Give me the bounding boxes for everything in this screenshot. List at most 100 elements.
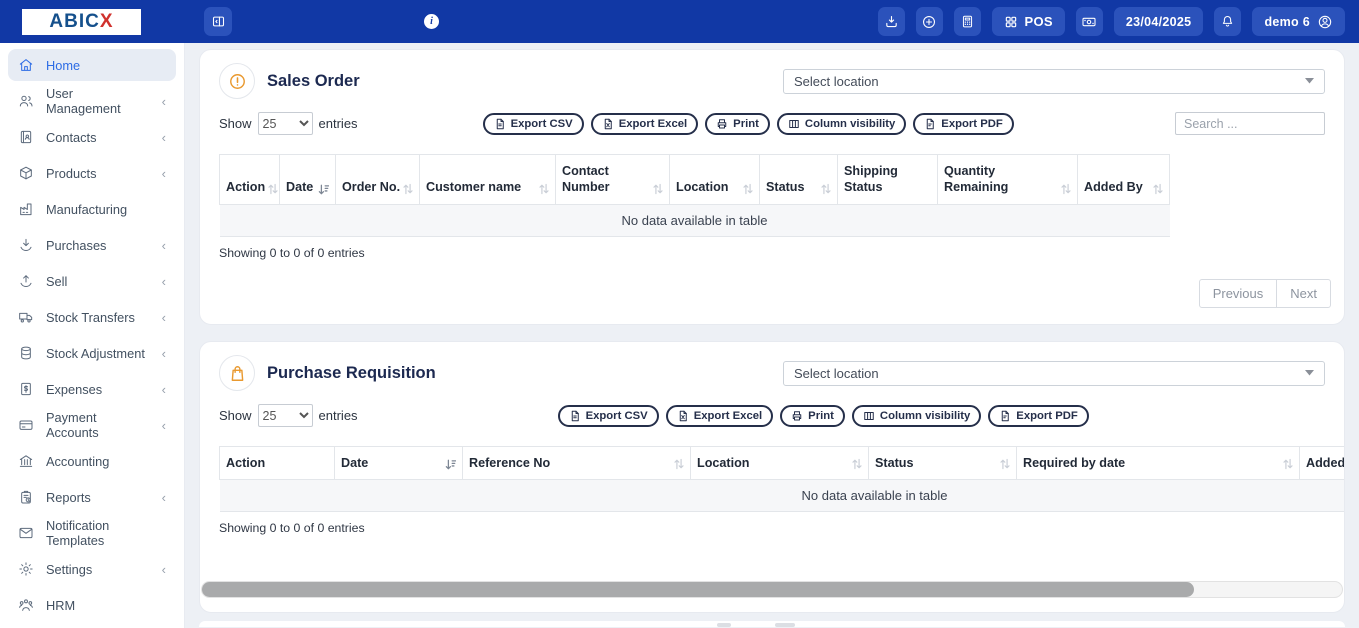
export-excel-button[interactable]: Export Excel: [591, 113, 698, 135]
settings-icon: [18, 561, 34, 577]
topbar: ABICX i POS 23/04/2025 demo 6: [0, 0, 1359, 43]
column-header-reference-no[interactable]: Reference No: [463, 447, 691, 480]
horizontal-scrollbar[interactable]: [201, 581, 1343, 598]
user-menu-button[interactable]: demo 6: [1252, 7, 1345, 36]
column-visibility-button[interactable]: Column visibility: [777, 113, 906, 135]
sidebar-item-contacts[interactable]: Contacts‹: [8, 121, 176, 153]
column-header-action[interactable]: Action: [220, 447, 335, 480]
payment-accounts-icon: [18, 417, 34, 433]
sidebar-item-hrm[interactable]: HRM: [8, 589, 176, 621]
search-input[interactable]: [1175, 112, 1325, 135]
columns-icon: [863, 410, 875, 422]
export-excel-button[interactable]: Export Excel: [666, 405, 773, 427]
column-header-contact-number[interactable]: ContactNumber: [556, 155, 670, 205]
calculator-button[interactable]: [954, 7, 981, 36]
column-header-status[interactable]: Status: [869, 447, 1017, 480]
users-icon: [18, 93, 34, 109]
date-button[interactable]: 23/04/2025: [1114, 7, 1204, 36]
sidebar-item-sell[interactable]: Sell‹: [8, 265, 176, 297]
export-pdf-button[interactable]: Export PDF: [988, 405, 1089, 427]
export-csv-button[interactable]: Export CSV: [483, 113, 584, 135]
add-button[interactable]: [916, 7, 943, 36]
chevron-left-icon: ‹: [162, 311, 166, 324]
chevron-left-icon: ‹: [162, 491, 166, 504]
sort-desc-icon: [445, 459, 456, 471]
location-select[interactable]: Select location: [783, 361, 1325, 386]
stock-adjustment-icon: [18, 345, 34, 361]
chevron-down-icon: [1305, 78, 1314, 84]
sidebar-item-stock-transfers[interactable]: Stock Transfers‹: [8, 301, 176, 333]
page-size-select[interactable]: 25: [258, 112, 313, 135]
sidebar-item-settings[interactable]: Settings‹: [8, 553, 176, 585]
warning-circle-icon: [219, 63, 255, 99]
column-header-required-by-date[interactable]: Required by date: [1017, 447, 1300, 480]
print-button[interactable]: Print: [780, 405, 845, 427]
previous-page-button[interactable]: Previous: [1199, 279, 1278, 308]
column-header-added-by[interactable]: Added By: [1078, 155, 1170, 205]
sort-icon: [268, 183, 278, 196]
sidebar-item-products[interactable]: Products‹: [8, 157, 176, 189]
column-header-action[interactable]: Action: [220, 155, 280, 205]
column-header-location[interactable]: Location: [670, 155, 760, 205]
sidebar-item-payment-accounts[interactable]: Payment Accounts‹: [8, 409, 176, 441]
sort-icon: [674, 458, 684, 471]
file-pdf-icon: [999, 410, 1011, 422]
export-pdf-button[interactable]: Export PDF: [913, 113, 1014, 135]
file-excel-icon: [677, 410, 689, 422]
column-header-shipping-status[interactable]: ShippingStatus: [838, 155, 938, 205]
user-label: demo 6: [1264, 15, 1310, 29]
cash-register-button[interactable]: [1076, 7, 1103, 36]
page-title: Purchase Requisition: [267, 364, 436, 383]
download-button[interactable]: [878, 7, 905, 36]
notification-templates-icon: [18, 525, 34, 541]
sidebar-item-user-management[interactable]: User Management‹: [8, 85, 176, 117]
sort-desc-icon: [318, 184, 329, 196]
sidebar-item-purchases[interactable]: Purchases‹: [8, 229, 176, 261]
sort-icon: [1153, 183, 1163, 196]
grid-icon: [1004, 15, 1018, 29]
sidebar-collapse-button[interactable]: [204, 7, 232, 36]
sidebar-item-notification-templates[interactable]: Notification Templates: [8, 517, 176, 549]
location-select[interactable]: Select location: [783, 69, 1325, 94]
notifications-button[interactable]: [1214, 7, 1241, 36]
chevron-left-icon: ‹: [162, 131, 166, 144]
file-excel-icon: [602, 118, 614, 130]
file-pdf-icon: [924, 118, 936, 130]
chevron-left-icon: ‹: [162, 383, 166, 396]
purchases-icon: [18, 237, 34, 253]
empty-table-message: No data available in table: [220, 480, 1345, 512]
sort-icon: [539, 183, 549, 196]
column-header-location[interactable]: Location: [691, 447, 869, 480]
sidebar-item-expenses[interactable]: Expenses‹: [8, 373, 176, 405]
column-header-added-by[interactable]: Added By: [1300, 447, 1345, 480]
column-header-customer-name[interactable]: Customer name: [420, 155, 556, 205]
chevron-left-icon: ‹: [162, 95, 166, 108]
column-visibility-button[interactable]: Column visibility: [852, 405, 981, 427]
pagination: Previous Next: [1199, 279, 1331, 308]
column-header-date[interactable]: Date: [335, 447, 463, 480]
file-csv-icon: [494, 118, 506, 130]
pos-button[interactable]: POS: [992, 7, 1065, 36]
contacts-icon: [18, 129, 34, 145]
chevron-left-icon: ‹: [162, 275, 166, 288]
next-card-top-edge: [199, 621, 1345, 627]
sidebar-item-stock-adjustment[interactable]: Stock Adjustment‹: [8, 337, 176, 369]
logo[interactable]: ABICX: [0, 9, 185, 35]
sidebar-item-manufacturing[interactable]: Manufacturing: [8, 193, 176, 225]
sidebar-item-home[interactable]: Home: [8, 49, 176, 81]
logo-text: ABIC: [49, 11, 99, 33]
scrollbar-thumb[interactable]: [202, 582, 1194, 597]
printer-icon: [716, 118, 728, 130]
showing-entries-text: Showing 0 to 0 of 0 entries: [219, 246, 1325, 260]
export-csv-button[interactable]: Export CSV: [558, 405, 659, 427]
sidebar-item-reports[interactable]: Reports‹: [8, 481, 176, 513]
column-header-quantity-remaining[interactable]: QuantityRemaining: [938, 155, 1078, 205]
sidebar-item-accounting[interactable]: Accounting: [8, 445, 176, 477]
page-size-select[interactable]: 25: [258, 404, 313, 427]
print-button[interactable]: Print: [705, 113, 770, 135]
column-header-order-no[interactable]: Order No.: [336, 155, 420, 205]
info-icon[interactable]: i: [424, 14, 439, 29]
column-header-date[interactable]: Date: [280, 155, 336, 205]
next-page-button[interactable]: Next: [1276, 279, 1331, 308]
column-header-status[interactable]: Status: [760, 155, 838, 205]
